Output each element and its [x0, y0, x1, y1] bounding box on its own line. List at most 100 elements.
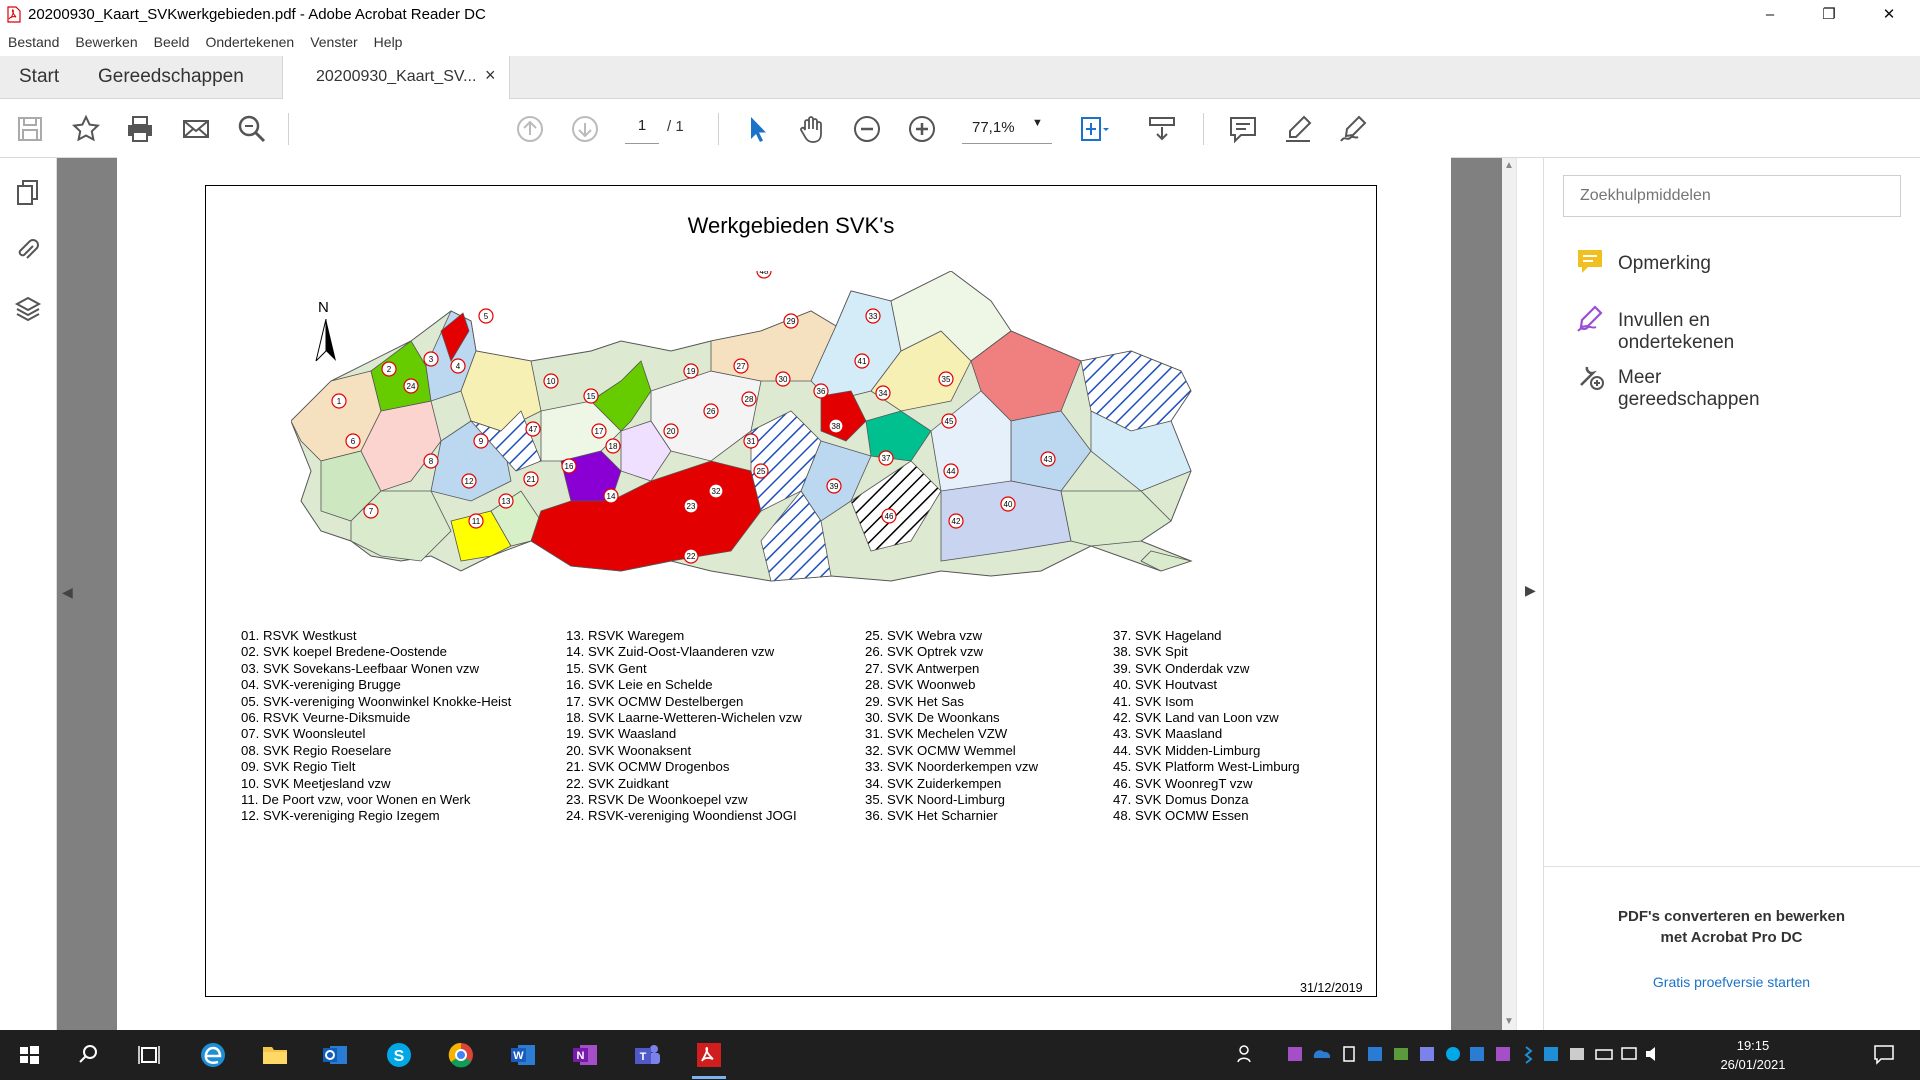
tab-start[interactable]: Start	[19, 56, 59, 98]
sign-icon[interactable]	[1337, 113, 1369, 145]
print-icon[interactable]	[124, 113, 156, 145]
system-tray-icons[interactable]	[1288, 1044, 1688, 1064]
legend-item: 29. SVK Het Sas	[865, 693, 964, 709]
chevron-down-icon: ▼	[1032, 117, 1043, 129]
windows-start-icon[interactable]	[12, 1038, 46, 1072]
word-icon[interactable]: W	[506, 1038, 540, 1072]
svk-marker-number: 30	[779, 375, 788, 384]
svk-marker-number: 43	[1044, 455, 1053, 464]
svk-marker-number: 5	[484, 312, 489, 321]
scroll-mode-icon[interactable]	[1146, 113, 1178, 145]
comment-tool-icon	[1578, 250, 1602, 273]
tools-pane	[1543, 158, 1920, 1030]
minimize-button[interactable]: –	[1747, 0, 1793, 30]
legend-item: 16. SVK Leie en Schelde	[566, 677, 713, 693]
svk-marker-number: 45	[945, 417, 954, 426]
legend-item: 33. SVK Noorderkempen vzw	[865, 759, 1038, 775]
zoom-select[interactable]: 77,1% ▼	[962, 117, 1052, 144]
close-button[interactable]: ✕	[1866, 0, 1912, 30]
taskbar-date[interactable]: 26/01/2021	[1708, 1057, 1798, 1072]
promo-line1: PDF's converteren en bewerken	[1618, 908, 1845, 925]
svk-marker-number: 6	[351, 437, 356, 446]
menu-bewerken[interactable]: Bewerken	[67, 34, 145, 50]
search-icon[interactable]	[72, 1038, 106, 1072]
zoom-out-icon[interactable]	[851, 113, 883, 145]
menu-help[interactable]: Help	[366, 34, 411, 50]
task-view-icon[interactable]	[132, 1038, 166, 1072]
skype-icon[interactable]: S	[382, 1038, 416, 1072]
svk-marker-number: 2	[387, 365, 392, 374]
legend-item: 28. SVK Woonweb	[865, 677, 976, 693]
legend-item: 41. SVK Isom	[1113, 693, 1194, 709]
tool-comment[interactable]: Opmerking	[1575, 247, 1711, 281]
onenote-icon[interactable]: N	[568, 1038, 602, 1072]
trial-link[interactable]: Gratis proefversie starten	[1543, 974, 1920, 990]
left-panel-toggle-icon[interactable]: ◀	[62, 584, 73, 601]
maximize-button[interactable]: ❐	[1806, 0, 1852, 30]
legend-item: 47. SVK Domus Donza	[1113, 792, 1249, 807]
legend-item: 40. SVK Houtvast	[1113, 677, 1218, 693]
tab-close-icon[interactable]: ×	[485, 65, 496, 86]
layers-icon[interactable]	[14, 294, 42, 322]
menu-venster[interactable]: Venster	[302, 34, 365, 50]
legend-item: 03. SVK Sovekans-Leefbaar Wonen vzw	[241, 660, 479, 676]
promo-line2: met Acrobat Pro DC	[1660, 929, 1803, 946]
right-panel-collapse[interactable]: ▶	[1516, 158, 1543, 1030]
attachment-icon[interactable]	[14, 236, 42, 264]
hand-icon[interactable]	[796, 113, 828, 145]
chrome-icon[interactable]	[444, 1038, 478, 1072]
map-date: 31/12/2019	[1300, 981, 1363, 995]
menu-bestand[interactable]: Bestand	[0, 34, 67, 50]
scroll-up-icon[interactable]: ▲	[1504, 160, 1514, 171]
search-tools-input[interactable]	[1563, 175, 1901, 217]
notification-icon[interactable]	[1872, 1042, 1896, 1066]
page-down-icon[interactable]	[569, 113, 601, 145]
zoom-search-icon[interactable]	[236, 113, 268, 145]
svk-marker-number: 39	[830, 482, 839, 491]
outlook-icon[interactable]	[318, 1038, 352, 1072]
scroll-down-icon[interactable]: ▼	[1504, 1016, 1514, 1027]
pages-icon[interactable]	[14, 178, 42, 206]
people-icon[interactable]	[1236, 1044, 1256, 1064]
legend-item: 22. SVK Zuidkant	[566, 775, 669, 791]
page-total: / 1	[667, 118, 684, 135]
star-icon[interactable]	[70, 113, 102, 145]
page-up-icon[interactable]	[514, 113, 546, 145]
page-number-input[interactable]: 1	[625, 117, 659, 144]
svk-marker-number: 12	[465, 477, 474, 486]
tab-tools[interactable]: Gereedschappen	[98, 56, 244, 98]
svk-marker-number: 19	[687, 367, 696, 376]
acrobat-icon[interactable]	[692, 1038, 726, 1072]
legend-item: 44. SVK Midden-Limburg	[1113, 742, 1261, 758]
zoom-in-icon[interactable]	[906, 113, 938, 145]
teams-icon[interactable]: T	[630, 1038, 664, 1072]
svk-marker-number: 23	[687, 502, 696, 511]
window-title: 20200930_Kaart_SVKwerkgebieden.pdf - Ado…	[28, 6, 486, 23]
file-explorer-icon[interactable]	[258, 1038, 292, 1072]
svk-marker-number: 4	[456, 362, 461, 371]
fit-page-icon[interactable]	[1077, 113, 1109, 145]
taskbar-time[interactable]: 19:15	[1718, 1038, 1788, 1053]
tool-more[interactable]: Meer gereedschappen	[1575, 361, 1760, 410]
select-cursor-icon[interactable]	[741, 113, 773, 145]
legend-item: 19. SVK Waasland	[566, 726, 677, 742]
svk-marker-number: 32	[712, 487, 721, 496]
svk-marker-number: 21	[527, 475, 536, 484]
tab-document[interactable]: 20200930_Kaart_SV... ×	[282, 56, 510, 99]
svg-text:W: W	[513, 1050, 524, 1062]
comment-icon[interactable]	[1227, 113, 1259, 145]
menu-ondertekenen[interactable]: Ondertekenen	[197, 34, 302, 50]
mail-icon[interactable]	[180, 113, 212, 145]
edge-icon[interactable]	[196, 1038, 230, 1072]
highlight-pen-icon[interactable]	[1282, 113, 1314, 145]
legend-item: 25. SVK Webra vzw	[865, 628, 983, 643]
right-panel-toggle-icon[interactable]: ▶	[1525, 582, 1536, 599]
legend-item: 11. De Poort vzw, voor Wonen en Werk	[241, 792, 471, 807]
save-icon[interactable]	[14, 113, 46, 145]
vertical-scrollbar[interactable]: ▲ ▼	[1502, 158, 1516, 1030]
more-tools-icon	[1580, 366, 1604, 390]
menu-beeld[interactable]: Beeld	[146, 34, 198, 50]
svk-marker-number: 48	[760, 271, 769, 276]
tool-fill-sign[interactable]: Invullen en ondertekenen	[1575, 304, 1734, 353]
legend-item: 31. SVK Mechelen VZW	[865, 726, 1008, 742]
